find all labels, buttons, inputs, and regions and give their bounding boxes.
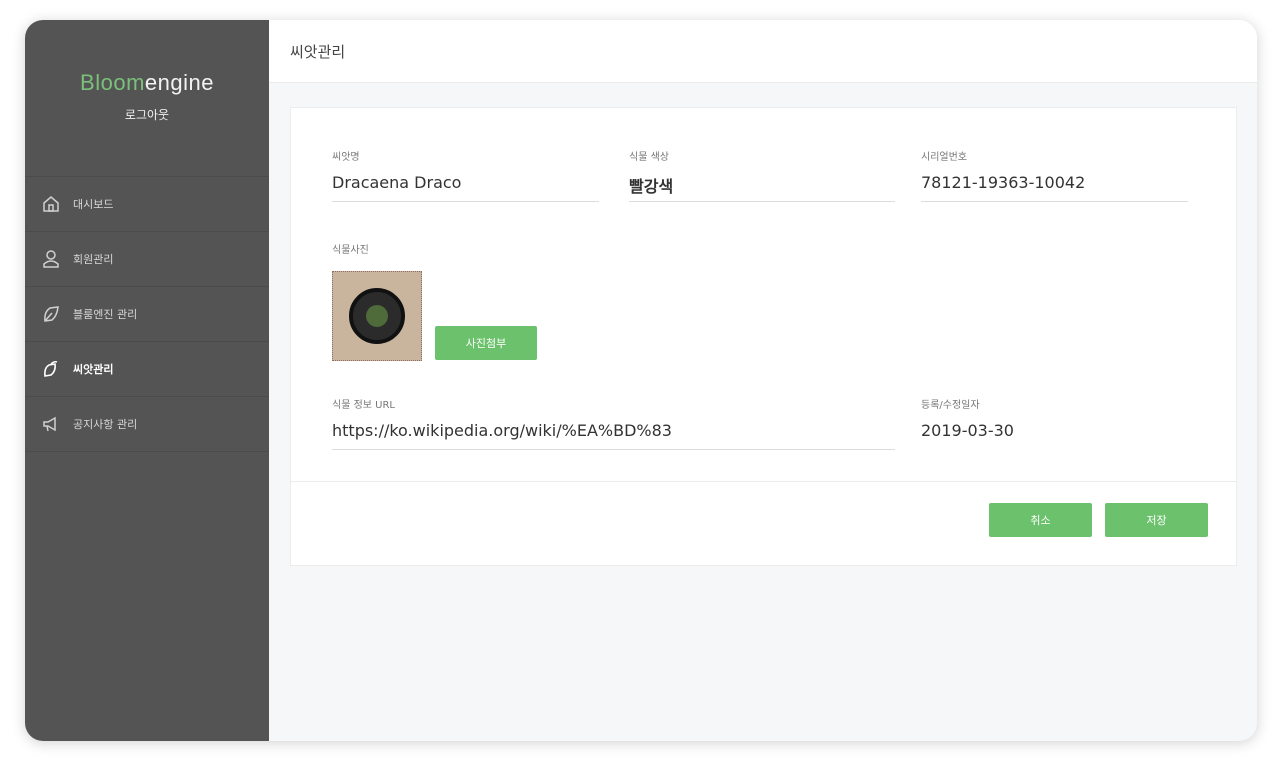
- sidebar: Bloomengine 로그아웃 대시보드 회원관리 블룸엔진 관리 씨앗관리 …: [25, 20, 269, 741]
- save-button[interactable]: 저장: [1105, 503, 1208, 537]
- sidebar-item-bloomengine[interactable]: 블룸엔진 관리: [25, 287, 269, 342]
- url-input[interactable]: https://ko.wikipedia.org/wiki/%EA%BD%83: [332, 421, 895, 450]
- sidebar-item-notices[interactable]: 공지사항 관리: [25, 397, 269, 452]
- form-footer: 취소 저장: [291, 481, 1236, 565]
- logo-part-bloom: Bloom: [80, 70, 145, 95]
- seed-name-label: 씨앗명: [332, 152, 360, 163]
- pot-icon: [41, 304, 61, 324]
- logo: Bloomengine: [80, 70, 214, 96]
- main-content: 씨앗관리 씨앗명 Dracaena Draco 식물 색상 빨강색 시리얼번호 …: [269, 20, 1257, 741]
- brand: Bloomengine 로그아웃: [25, 20, 269, 177]
- logout-link[interactable]: 로그아웃: [125, 106, 169, 123]
- sidebar-item-members[interactable]: 회원관리: [25, 232, 269, 287]
- sidebar-item-label: 씨앗관리: [73, 363, 114, 376]
- seed-name-input[interactable]: Dracaena Draco: [332, 173, 599, 202]
- url-label: 식물 정보 URL: [332, 400, 395, 411]
- plant-color-input[interactable]: 빨강색: [629, 173, 895, 202]
- seed-icon: [41, 359, 61, 379]
- date-value: 2019-03-30: [921, 421, 1014, 440]
- sidebar-item-label: 대시보드: [73, 198, 114, 211]
- seed-form-card: 씨앗명 Dracaena Draco 식물 색상 빨강색 시리얼번호 78121…: [290, 107, 1237, 566]
- user-icon: [41, 249, 61, 269]
- serial-field: 시리얼번호 78121-19363-10042: [921, 148, 1188, 202]
- serial-label: 시리얼번호: [921, 152, 967, 163]
- content-area: 씨앗명 Dracaena Draco 식물 색상 빨강색 시리얼번호 78121…: [269, 83, 1257, 566]
- logo-part-engine: engine: [144, 70, 214, 95]
- sidebar-item-label: 회원관리: [73, 253, 114, 266]
- pot-image: [349, 288, 405, 344]
- page-title: 씨앗관리: [269, 20, 1257, 83]
- serial-input[interactable]: 78121-19363-10042: [921, 173, 1188, 202]
- attach-photo-button[interactable]: 사진첨부: [435, 326, 537, 360]
- photo-label: 식물사진: [332, 245, 369, 256]
- app-window: Bloomengine 로그아웃 대시보드 회원관리 블룸엔진 관리 씨앗관리 …: [25, 20, 1257, 741]
- date-label: 등록/수정일자: [921, 400, 980, 411]
- cancel-button[interactable]: 취소: [989, 503, 1092, 537]
- plant-color-label: 식물 색상: [629, 152, 669, 163]
- sidebar-item-label: 블룸엔진 관리: [73, 308, 138, 321]
- sidebar-item-label: 공지사항 관리: [73, 418, 138, 431]
- plant-color-field: 식물 색상 빨강색: [629, 148, 895, 202]
- date-field: 등록/수정일자 2019-03-30: [921, 396, 1188, 450]
- url-field: 식물 정보 URL https://ko.wikipedia.org/wiki/…: [332, 396, 895, 450]
- sidebar-item-seeds[interactable]: 씨앗관리: [25, 342, 269, 397]
- sidebar-item-dashboard[interactable]: 대시보드: [25, 177, 269, 232]
- megaphone-icon: [41, 414, 61, 434]
- plant-photo: [332, 271, 422, 361]
- form-body: 씨앗명 Dracaena Draco 식물 색상 빨강색 시리얼번호 78121…: [291, 108, 1236, 481]
- home-icon: [41, 194, 61, 214]
- leaf-image: [366, 305, 388, 327]
- seed-name-field: 씨앗명 Dracaena Draco: [332, 148, 599, 202]
